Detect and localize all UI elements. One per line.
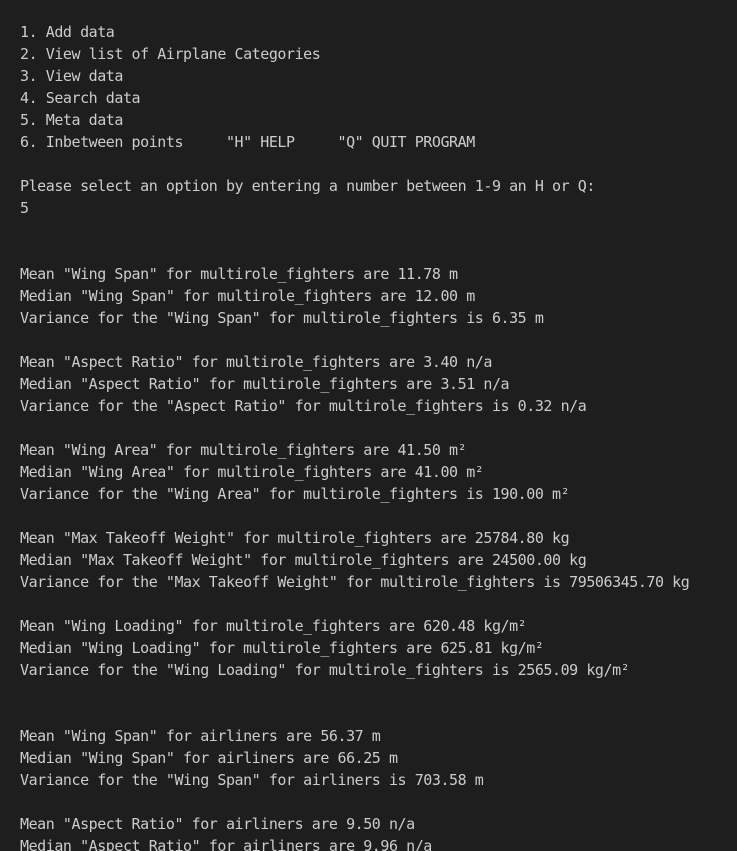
- terminal-line: Mean "Wing Area" for multirole_fighters …: [20, 441, 467, 459]
- terminal-line: Mean "Aspect Ratio" for airliners are 9.…: [20, 815, 415, 833]
- terminal-line: 3. View data: [20, 67, 123, 85]
- terminal-line: Median "Wing Area" for multirole_fighter…: [20, 463, 484, 481]
- terminal-line: Variance for the "Max Takeoff Weight" fo…: [20, 573, 690, 591]
- terminal-line: 5. Meta data: [20, 111, 123, 129]
- terminal-line: Mean "Wing Loading" for multirole_fighte…: [20, 617, 527, 635]
- terminal-line: Variance for the "Wing Span" for airline…: [20, 771, 484, 789]
- terminal-line: 6. Inbetween points "H" HELP "Q" QUIT PR…: [20, 133, 475, 151]
- terminal-line: Variance for the "Wing Area" for multiro…: [20, 485, 570, 503]
- terminal-line: Median "Wing Span" for multirole_fighter…: [20, 287, 475, 305]
- terminal-line: Variance for the "Wing Span" for multiro…: [20, 309, 544, 327]
- terminal-line: Median "Aspect Ratio" for airliners are …: [20, 837, 432, 851]
- terminal-line: Variance for the "Aspect Ratio" for mult…: [20, 397, 587, 415]
- terminal-line: Variance for the "Wing Loading" for mult…: [20, 661, 630, 679]
- terminal-line: Median "Wing Span" for airliners are 66.…: [20, 749, 398, 767]
- terminal-line: Median "Wing Loading" for multirole_figh…: [20, 639, 544, 657]
- terminal-line: Please select an option by entering a nu…: [20, 177, 595, 195]
- terminal-line: 4. Search data: [20, 89, 141, 107]
- terminal-line: Mean "Max Takeoff Weight" for multirole_…: [20, 529, 570, 547]
- terminal-line: Median "Aspect Ratio" for multirole_figh…: [20, 375, 510, 393]
- terminal-line: 1. Add data: [20, 23, 115, 41]
- terminal-line: Mean "Aspect Ratio" for multirole_fighte…: [20, 353, 492, 371]
- terminal-line: 5: [20, 199, 29, 217]
- terminal-line: Mean "Wing Span" for airliners are 56.37…: [20, 727, 381, 745]
- terminal-line: 2. View list of Airplane Categories: [20, 45, 321, 63]
- terminal-line: Mean "Wing Span" for multirole_fighters …: [20, 265, 458, 283]
- terminal-line: Median "Max Takeoff Weight" for multirol…: [20, 551, 587, 569]
- terminal-output[interactable]: 1. Add data 2. View list of Airplane Cate…: [0, 0, 737, 851]
